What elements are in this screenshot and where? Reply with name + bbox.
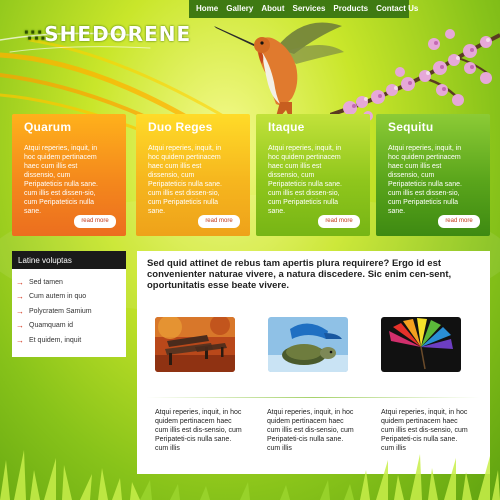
turtle-image[interactable] [268,317,348,372]
content-divider [147,397,480,398]
feature-text: Atqui reperies, inquit, in hoc quidem pe… [388,145,462,215]
read-more-button[interactable]: read more [318,215,360,228]
feature-title: Itaque [268,120,305,134]
sidebar-item-et-quidem[interactable]: → Et quidem, inquit [16,333,126,348]
sidebar-item-label: Et quidem, inquit [29,336,82,344]
arrow-right-icon: → [16,306,24,316]
nav-services[interactable]: Services [288,0,329,18]
sidebar-item-label: Cum autem in quo [29,293,87,301]
feature-text: Atqui reperies, inquit, in hoc quidem pe… [268,145,342,215]
feature-title: Quarum [24,120,72,134]
feature-title: Sequitu [388,120,434,134]
feature-box-duo-reges: Duo Reges Atqui reperies, inquit, in hoc… [136,114,250,236]
logo-text: SHEDORENE [44,22,192,46]
grass-decoration [0,450,500,500]
nav-contact-us[interactable]: Contact Us [372,0,422,18]
sidebar-title: Latine voluptas [12,251,126,269]
sidebar-item-polycratem[interactable]: → Polycratem Samium [16,304,126,319]
read-more-button[interactable]: read more [74,215,116,228]
nav-home[interactable]: Home [192,0,222,18]
nav-gallery[interactable]: Gallery [222,0,257,18]
feature-text: Atqui reperies, inquit, in hoc quidem pe… [24,145,98,215]
arrow-right-icon: → [16,277,24,287]
read-more-button[interactable]: read more [198,215,240,228]
bench-autumn-image[interactable] [155,317,235,372]
arrow-right-icon: → [16,292,24,302]
sidebar-item-cum-autem[interactable]: → Cum autem in quo [16,290,126,305]
nav-about[interactable]: About [257,0,288,18]
feature-box-quarum: Quarum Atqui reperies, inquit, in hoc qu… [12,114,126,236]
sidebar-list: → Sed tamen → Cum autem in quo → Polycratem… [12,269,126,348]
sidebar-menu: Latine voluptas → Sed tamen → Cum autem in… [12,251,126,357]
lead-paragraph: Sed quid attinet de rebus tam apertis pl… [147,258,452,291]
feature-text: Atqui reperies, inquit, in hoc quidem pe… [148,145,222,215]
nav-products[interactable]: Products [329,0,372,18]
sidebar-item-label: Polycratem Samium [29,307,92,315]
arrow-right-icon: → [16,321,24,331]
colorful-leaves-image[interactable] [381,317,461,372]
sidebar-item-label: Quamquam id [29,322,73,330]
feature-title: Duo Reges [148,120,213,134]
sidebar-item-quamquam[interactable]: → Quamquam id [16,319,126,334]
read-more-button[interactable]: read more [438,215,480,228]
logo-mark: ∵∴ [24,26,45,45]
sidebar-item-sed-tamen[interactable]: → Sed tamen [16,275,126,290]
feature-box-itaque: Itaque Atqui reperies, inquit, in hoc qu… [256,114,370,236]
hummingbird-image [214,22,344,124]
arrow-right-icon: → [16,335,24,345]
sidebar-item-label: Sed tamen [29,278,63,286]
site-logo[interactable]: ∵∴SHEDORENE [24,22,191,46]
top-navigation: Home Gallery About Services Products Con… [189,0,418,18]
feature-box-sequitu: Sequitu Atqui reperies, inquit, in hoc q… [376,114,490,236]
